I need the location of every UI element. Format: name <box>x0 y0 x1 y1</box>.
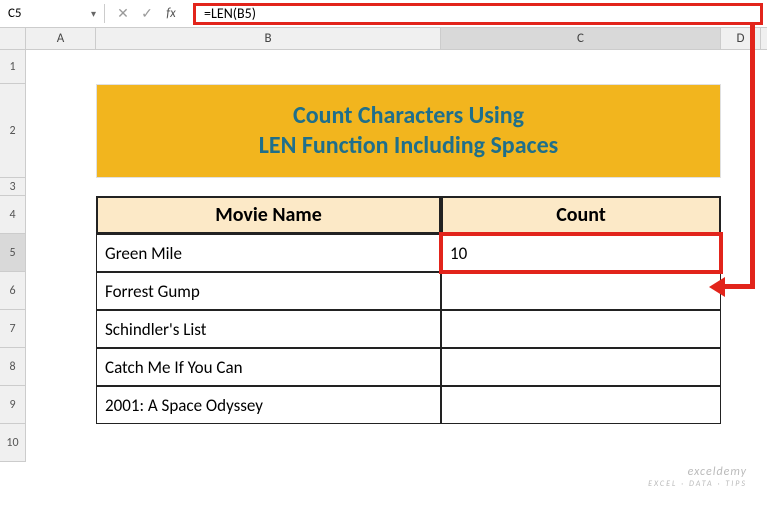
spreadsheet: 1 2 3 4 5 6 7 8 9 10 A B C D Count Chara… <box>0 28 767 462</box>
title-merged-cell[interactable]: Count Characters UsingLEN Function Inclu… <box>96 84 721 178</box>
watermark-main: exceldemy <box>688 465 747 479</box>
row-header-9[interactable]: 9 <box>0 386 25 424</box>
row-header-4[interactable]: 4 <box>0 196 25 234</box>
row-3[interactable] <box>96 178 721 196</box>
table-row: Green Mile 10 <box>96 234 721 272</box>
col-header-d[interactable]: D <box>721 28 761 49</box>
table-row: Schindler's List <box>96 310 721 348</box>
cell-c8[interactable] <box>441 348 721 386</box>
table-row: Catch Me If You Can <box>96 348 721 386</box>
row-header-7[interactable]: 7 <box>0 310 25 348</box>
formula-bar-icons: ✕ ✓ fx <box>105 5 189 22</box>
header-count[interactable]: Count <box>441 196 721 234</box>
cell-b7[interactable]: Schindler's List <box>96 310 441 348</box>
row-header-2[interactable]: 2 <box>0 84 25 178</box>
row-header-10[interactable]: 10 <box>0 424 25 462</box>
watermark-sub: EXCEL · DATA · TIPS <box>648 479 747 489</box>
title-text: Count Characters UsingLEN Function Inclu… <box>259 101 558 161</box>
annotation-arrow-head-icon <box>709 277 725 297</box>
formula-bar: C5 ▾ ✕ ✓ fx =LEN(B5) <box>0 0 767 28</box>
row-header-5[interactable]: 5 <box>0 234 25 272</box>
col-header-b[interactable]: B <box>96 28 441 49</box>
content-area: Count Characters UsingLEN Function Inclu… <box>96 50 721 462</box>
cell-b5[interactable]: Green Mile <box>96 234 441 272</box>
table-row: 2001: A Space Odyssey <box>96 386 721 424</box>
row-header-3[interactable]: 3 <box>0 178 25 196</box>
row-header-1[interactable]: 1 <box>0 50 25 84</box>
cell-b8[interactable]: Catch Me If You Can <box>96 348 441 386</box>
watermark: exceldemy EXCEL · DATA · TIPS <box>648 465 747 489</box>
cell-c7[interactable] <box>441 310 721 348</box>
formula-input[interactable]: =LEN(B5) <box>193 3 763 25</box>
name-box-value: C5 <box>8 6 22 21</box>
row-header-6[interactable]: 6 <box>0 272 25 310</box>
cell-c6[interactable] <box>441 272 721 310</box>
chevron-down-icon[interactable]: ▾ <box>91 7 96 20</box>
cancel-icon[interactable]: ✕ <box>115 5 131 22</box>
formula-text: =LEN(B5) <box>204 5 256 22</box>
fx-icon[interactable]: fx <box>163 6 179 21</box>
row-1[interactable] <box>96 50 721 84</box>
cell-b6[interactable]: Forrest Gump <box>96 272 441 310</box>
table-header-row: Movie Name Count <box>96 196 721 234</box>
row-gutter: 1 2 3 4 5 6 7 8 9 10 <box>0 28 26 462</box>
col-header-c[interactable]: C <box>441 28 721 49</box>
cell-c5[interactable]: 10 <box>441 234 721 272</box>
check-icon[interactable]: ✓ <box>139 5 155 22</box>
table-row: Forrest Gump <box>96 272 721 310</box>
cell-b9[interactable]: 2001: A Space Odyssey <box>96 386 441 424</box>
name-box[interactable]: C5 ▾ <box>0 4 105 23</box>
column-headers: A B C D <box>26 28 767 50</box>
col-header-a[interactable]: A <box>26 28 96 49</box>
row-10[interactable] <box>96 424 721 462</box>
row-header-8[interactable]: 8 <box>0 348 25 386</box>
cell-c9[interactable] <box>441 386 721 424</box>
header-movie-name[interactable]: Movie Name <box>96 196 441 234</box>
